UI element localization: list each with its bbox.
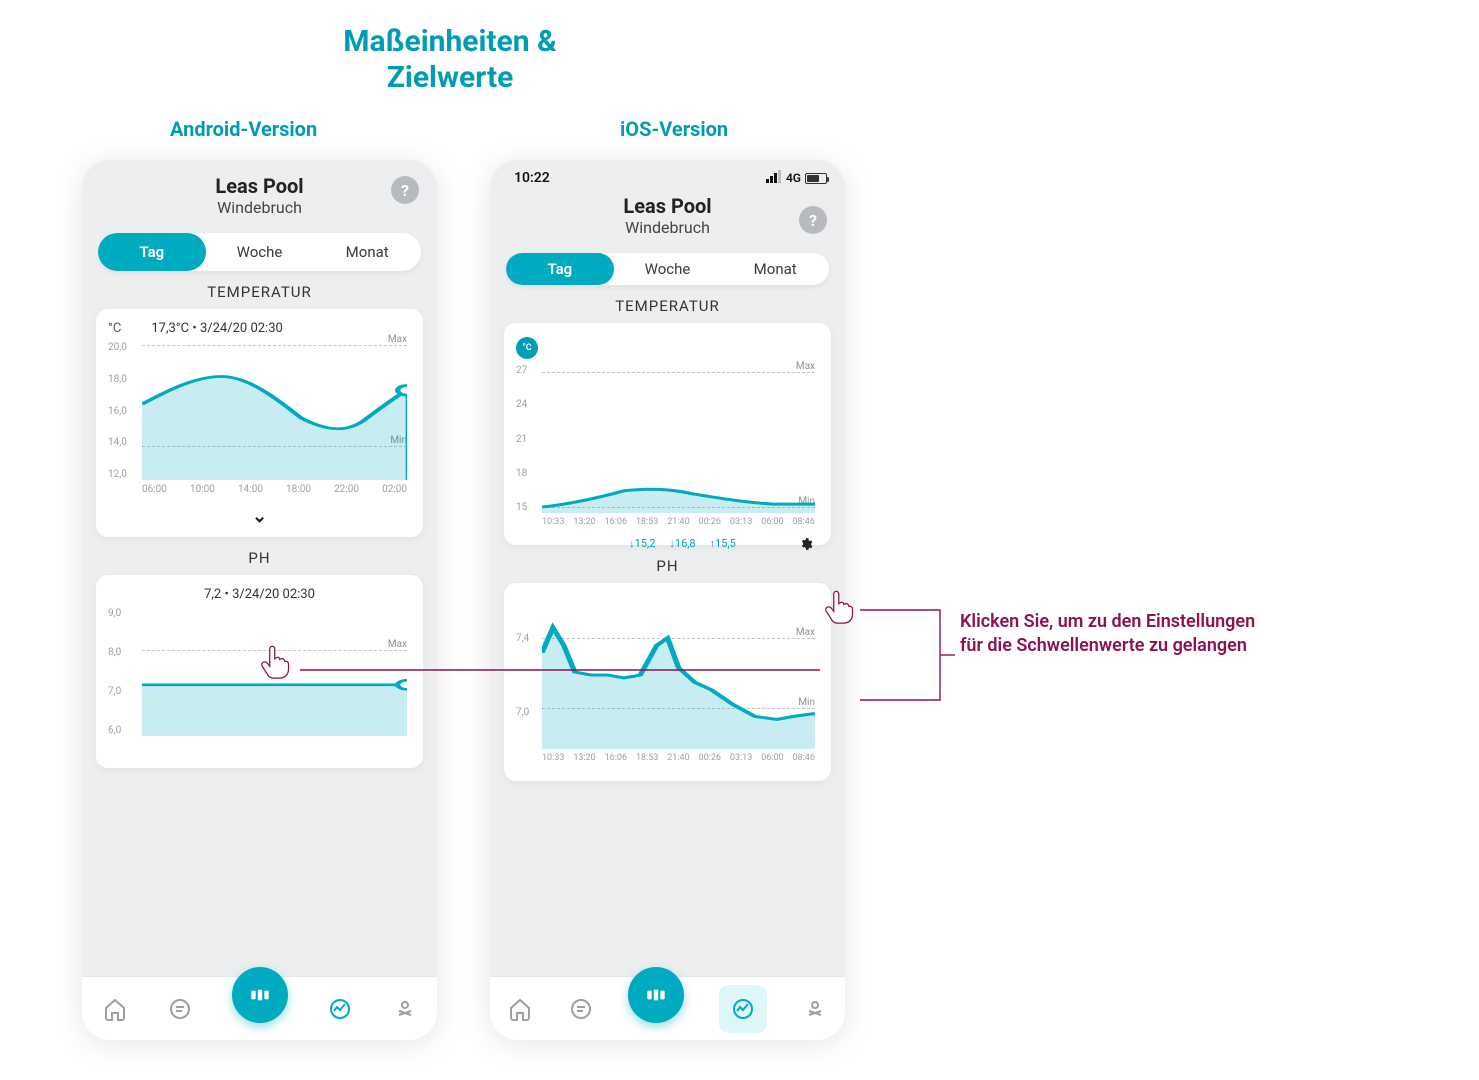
annotation-connector xyxy=(0,0,1479,1080)
annotation-text: Klicken Sie, um zu den Einstellungen für… xyxy=(960,610,1280,659)
